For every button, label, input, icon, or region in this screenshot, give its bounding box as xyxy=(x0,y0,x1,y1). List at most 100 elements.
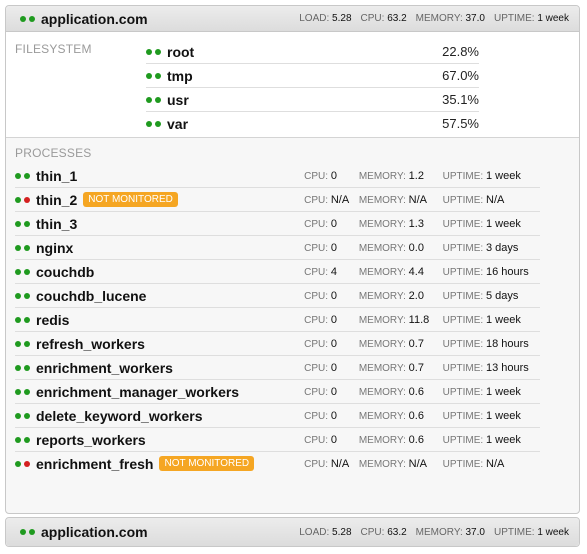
load-value: 5.28 xyxy=(332,526,352,538)
memory-label: MEMORY: xyxy=(358,290,406,302)
host-name[interactable]: application.com xyxy=(41,11,148,27)
process-cpu: 0 xyxy=(330,337,337,350)
cpu-label: CPU: xyxy=(304,170,329,182)
uptime-label: UPTIME: xyxy=(442,362,484,374)
cpu-label: CPU: xyxy=(304,458,329,470)
cpu-label: CPU: xyxy=(304,218,329,230)
filesystem-row[interactable]: tmp 67.0% xyxy=(146,64,479,88)
host-header[interactable]: application.com LOAD: 5.28 CPU: 63.2 MEM… xyxy=(6,6,579,32)
filesystem-row[interactable]: usr 35.1% xyxy=(146,88,479,112)
status-dots-icon xyxy=(146,48,161,55)
process-cpu: 0 xyxy=(330,409,337,422)
process-row[interactable]: delete_keyword_workers CPU: 0 MEMORY: 0.6 U… xyxy=(15,404,540,428)
process-stats: CPU: 0 MEMORY: 0.6 UPTIME: 1 week xyxy=(304,410,540,422)
process-cpu: 0 xyxy=(330,385,337,398)
process-uptime: 1 week xyxy=(486,313,521,326)
process-stats: CPU: 0 MEMORY: 2.0 UPTIME: 5 days xyxy=(304,290,540,302)
uptime-label: UPTIME: xyxy=(493,526,535,538)
process-uptime: 1 week xyxy=(486,217,521,230)
filesystem-usage: 57.5% xyxy=(442,116,479,131)
memory-label: MEMORY: xyxy=(415,526,463,538)
process-memory: 0.0 xyxy=(408,241,424,254)
process-list: thin_1 CPU: 0 MEMORY: 1.2 UPTIME: 1 week thi… xyxy=(15,164,540,475)
memory-label: MEMORY: xyxy=(415,13,463,24)
process-uptime: N/A xyxy=(486,193,505,206)
process-stats: CPU: 0 MEMORY: 11.8 UPTIME: 1 week xyxy=(304,314,540,326)
process-memory: 1.3 xyxy=(408,217,424,230)
cpu-label: CPU: xyxy=(304,362,329,374)
uptime-label: UPTIME: xyxy=(493,13,535,24)
process-memory: 0.6 xyxy=(408,385,424,398)
process-cpu: 0 xyxy=(330,361,337,374)
status-dots-icon xyxy=(15,436,30,443)
process-memory: N/A xyxy=(408,457,427,470)
cpu-value: 63.2 xyxy=(387,526,407,538)
memory-label: MEMORY: xyxy=(358,266,406,278)
process-memory: 0.7 xyxy=(408,361,424,374)
host-header[interactable]: application.com LOAD: 5.28 CPU: 63.2 MEM… xyxy=(6,518,579,546)
process-row[interactable]: reports_workers CPU: 0 MEMORY: 0.6 UPTIME: … xyxy=(15,428,540,452)
process-name: thin_3 xyxy=(36,215,78,232)
cpu-label: CPU: xyxy=(360,13,385,24)
filesystem-usage: 67.0% xyxy=(442,68,479,83)
process-memory: 4.4 xyxy=(408,265,424,278)
process-cpu: 0 xyxy=(330,289,337,302)
process-memory: N/A xyxy=(408,193,427,206)
process-row[interactable]: redis CPU: 0 MEMORY: 11.8 UPTIME: 1 week xyxy=(15,308,540,332)
process-memory: 1.2 xyxy=(408,169,424,182)
status-dots-icon xyxy=(20,15,35,22)
cpu-value: 63.2 xyxy=(387,13,407,24)
filesystem-list: root 22.8% tmp 67.0% usr 35.1% var 57.5% xyxy=(146,40,479,135)
process-cpu: 0 xyxy=(330,241,337,254)
status-dots-icon xyxy=(15,292,30,299)
process-row[interactable]: thin_1 CPU: 0 MEMORY: 1.2 UPTIME: 1 week xyxy=(15,164,540,188)
uptime-label: UPTIME: xyxy=(442,458,484,470)
process-row[interactable]: couchdb_lucene CPU: 0 MEMORY: 2.0 UPTIME: 5… xyxy=(15,284,540,308)
memory-label: MEMORY: xyxy=(358,242,406,254)
process-stats: CPU: 0 MEMORY: 1.2 UPTIME: 1 week xyxy=(304,170,540,182)
host-name[interactable]: application.com xyxy=(41,524,148,540)
process-name: enrichment_workers xyxy=(36,359,173,376)
process-stats: CPU: 0 MEMORY: 1.3 UPTIME: 1 week xyxy=(304,218,540,230)
process-row[interactable]: refresh_workers CPU: 0 MEMORY: 0.7 UPTIME: … xyxy=(15,332,540,356)
host-stats: LOAD: 5.28 CPU: 63.2 MEMORY: 37.0 UPTIME… xyxy=(299,527,569,538)
process-cpu: N/A xyxy=(330,457,350,470)
load-label: LOAD: xyxy=(299,526,330,538)
cpu-label: CPU: xyxy=(304,410,329,422)
uptime-value: 1 week xyxy=(537,13,569,24)
host-panel: application.com LOAD: 5.28 CPU: 63.2 MEM… xyxy=(5,517,580,547)
status-dots-icon xyxy=(15,244,30,251)
process-name: redis xyxy=(36,311,70,328)
status-dots-icon xyxy=(15,220,30,227)
process-stats: CPU: N/A MEMORY: N/A UPTIME: N/A xyxy=(304,458,540,470)
host-stats: LOAD: 5.28 CPU: 63.2 MEMORY: 37.0 UPTIME… xyxy=(299,13,569,24)
process-cpu: 0 xyxy=(330,433,337,446)
status-dots-icon xyxy=(15,460,30,467)
filesystem-name: tmp xyxy=(167,67,193,84)
uptime-label: UPTIME: xyxy=(442,434,484,446)
process-uptime: N/A xyxy=(486,457,505,470)
process-row[interactable]: thin_2 NOT MONITORED CPU: N/A MEMORY: N/A UP… xyxy=(15,188,540,212)
process-uptime: 16 hours xyxy=(486,265,529,278)
process-row[interactable]: thin_3 CPU: 0 MEMORY: 1.3 UPTIME: 1 week xyxy=(15,212,540,236)
process-stats: CPU: N/A MEMORY: N/A UPTIME: N/A xyxy=(304,194,540,206)
process-uptime: 1 week xyxy=(486,409,521,422)
process-name: thin_2 xyxy=(36,191,78,208)
process-row[interactable]: enrichment_workers CPU: 0 MEMORY: 0.7 UPTIM… xyxy=(15,356,540,380)
process-name: couchdb xyxy=(36,263,95,280)
cpu-label: CPU: xyxy=(304,314,329,326)
process-memory: 0.6 xyxy=(408,433,424,446)
filesystem-row[interactable]: root 22.8% xyxy=(146,40,479,64)
processes-label: PROCESSES xyxy=(15,146,92,160)
filesystem-row[interactable]: var 57.5% xyxy=(146,112,479,135)
memory-label: MEMORY: xyxy=(358,362,406,374)
process-row[interactable]: couchdb CPU: 4 MEMORY: 4.4 UPTIME: 16 hours xyxy=(15,260,540,284)
process-row[interactable]: enrichment_fresh NOT MONITORED CPU: N/A MEM… xyxy=(15,452,540,475)
process-stats: CPU: 0 MEMORY: 0.7 UPTIME: 18 hours xyxy=(304,338,540,350)
filesystem-section: FILESYSTEM root 22.8% tmp 67.0% usr 35.1% var 5… xyxy=(6,32,579,138)
process-row[interactable]: nginx CPU: 0 MEMORY: 0.0 UPTIME: 3 days xyxy=(15,236,540,260)
process-row[interactable]: enrichment_manager_workers CPU: 0 MEMORY: … xyxy=(15,380,540,404)
process-cpu: 0 xyxy=(330,313,337,326)
process-uptime: 13 hours xyxy=(486,361,529,374)
process-uptime: 1 week xyxy=(486,433,521,446)
